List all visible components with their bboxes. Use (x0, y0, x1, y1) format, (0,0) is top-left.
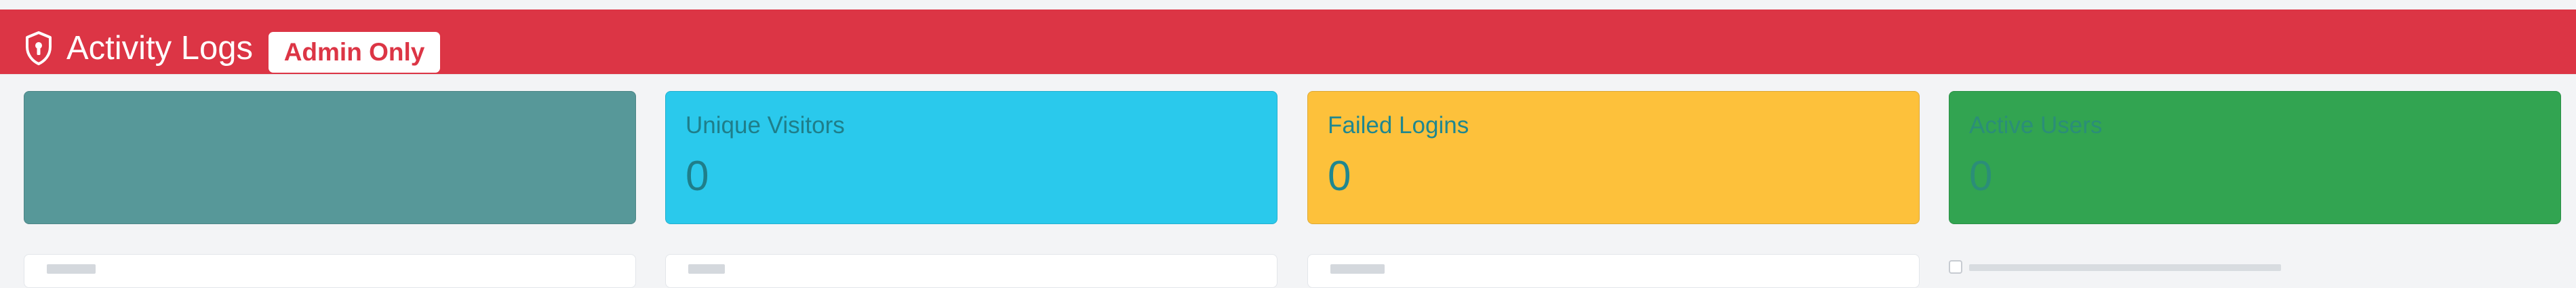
checkbox-filter[interactable] (1949, 260, 2561, 274)
failed-logins-value: 0 (1328, 153, 1351, 200)
unique-visitors-title: Unique Visitors (686, 112, 845, 139)
filter-panel-1[interactable] (24, 254, 636, 288)
admin-only-badge: Admin Only (269, 32, 440, 73)
filter-label-3 (1330, 264, 1385, 274)
filter-label-2 (688, 264, 725, 274)
filter-label-1 (47, 264, 96, 274)
checkbox-label (1969, 264, 2281, 271)
active-users-value: 0 (1969, 153, 1993, 200)
unique-visitors-value: 0 (686, 153, 709, 200)
page-header: Activity Logs Admin Only (0, 10, 2576, 74)
shield-lock-icon (26, 31, 52, 65)
checkbox-icon[interactable] (1949, 260, 1962, 274)
filter-panel-2[interactable] (665, 254, 1277, 288)
stats-card-failed-logins: Failed Logins 0 (1307, 91, 1920, 224)
stats-card-unique-visitors: Unique Visitors 0 (665, 91, 1277, 224)
stats-card-1 (24, 91, 636, 224)
active-users-title: Active Users (1969, 112, 2103, 139)
page-title: Activity Logs (66, 30, 254, 67)
stats-card-active-users: Active Users 0 (1949, 91, 2561, 224)
failed-logins-title: Failed Logins (1328, 112, 1469, 139)
filter-panel-3[interactable] (1307, 254, 1920, 288)
